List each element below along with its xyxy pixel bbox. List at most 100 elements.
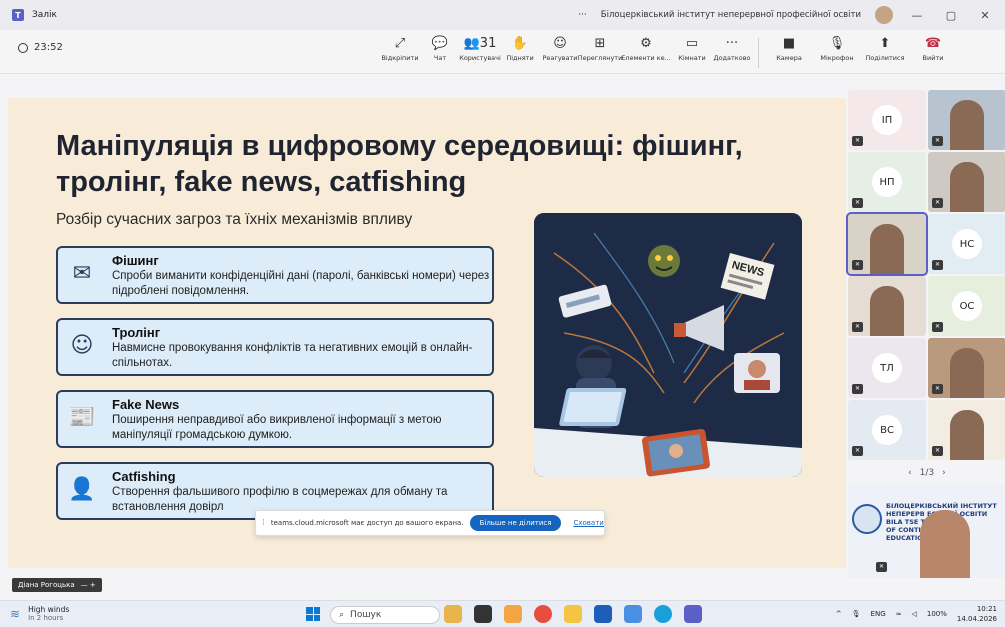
clock[interactable]: 10:21 14.04.2026	[957, 604, 997, 624]
mic-muted-icon: ✕	[852, 384, 863, 394]
participant-tile[interactable]: НС ✕	[928, 214, 1005, 274]
mic-muted-icon: ✕	[932, 198, 943, 208]
chevron-up-icon[interactable]: ^	[836, 610, 842, 618]
participant-initials: ВС	[872, 415, 902, 445]
participant-video	[870, 224, 904, 274]
banner-line: БІЛОЦЕРКІВСЬКИЙ ІНСТИТУТ	[886, 502, 997, 510]
toolbar-label: Чат	[433, 54, 447, 62]
title-bar: T Залік ··· Білоцерківський інститут неп…	[0, 0, 1005, 30]
teams-taskbar-icon[interactable]	[684, 605, 702, 623]
mic-muted-icon: ✕	[932, 136, 943, 146]
next-page-button[interactable]: ›	[942, 468, 946, 478]
store-icon[interactable]	[594, 605, 612, 623]
taskbar-search[interactable]: ⌕ Пошук	[330, 606, 440, 624]
mic-muted-icon: ✕	[932, 322, 943, 332]
gallery-pager: ‹ 1/3 ›	[908, 468, 946, 478]
mic-muted-icon: ✕	[932, 446, 943, 456]
presenter-label: Діана Рогоцька — +	[12, 578, 102, 592]
slide-illustration: NEWS	[534, 213, 802, 477]
windows-taskbar: ≋ High winds In 2 hours ⌕ Пошук ^ 🎙 ENG …	[0, 600, 1005, 627]
threat-card: 📰 Fake News Поширення неправдивої або викр…	[56, 390, 494, 448]
toolbar-people-button[interactable]: 👥31 Користувачі	[459, 34, 501, 72]
edge-icon[interactable]	[654, 605, 672, 623]
app2-icon[interactable]	[624, 605, 642, 623]
minimize-button[interactable]: —	[907, 9, 927, 22]
toolbar-label: Реагувати	[542, 54, 578, 62]
participant-video	[950, 100, 984, 150]
toolbar-share-button[interactable]: ⬆ Поділитися	[861, 34, 909, 72]
clock-date: 14.04.2026	[956, 615, 997, 623]
participant-video	[950, 162, 984, 212]
meeting-timer: 23:52	[18, 42, 63, 53]
shield-icon	[18, 42, 28, 53]
toolbar-raise-hand-button[interactable]: ✋ Підняти	[500, 34, 540, 72]
close-button[interactable]: ✕	[975, 9, 995, 22]
task-view-icon[interactable]	[474, 605, 492, 623]
search-icon: ⌕	[339, 610, 345, 620]
toolbar-more-button[interactable]: ··· Додатково	[712, 34, 752, 72]
mic-muted-icon: ✕	[852, 198, 863, 208]
participant-initials: НС	[952, 229, 982, 259]
toolbar-react-button[interactable]: ☺ Реагувати	[540, 34, 580, 72]
toolbar-mic-off-button[interactable]: 🎙 Мікрофон	[813, 34, 861, 72]
card-title: Фішинг	[112, 253, 159, 268]
participant-tile[interactable]: ✕	[928, 400, 1005, 460]
toolbar-camera-button[interactable]: ■ Камера	[765, 34, 813, 72]
volume-icon[interactable]: ◁	[912, 610, 917, 618]
windows-start-icon[interactable]	[306, 607, 320, 621]
prev-page-button[interactable]: ‹	[908, 468, 912, 478]
mic-tray-icon[interactable]: 🎙	[852, 610, 861, 618]
participant-tile[interactable]: НП ✕	[848, 152, 926, 212]
share-icon: ⬆	[879, 36, 891, 51]
weather-title: High winds	[28, 605, 70, 614]
restore-button[interactable]: ▢	[941, 9, 961, 22]
participant-tile[interactable]: ✕	[928, 338, 1005, 398]
battery-level[interactable]: 100%	[927, 610, 947, 618]
toolbar-separator	[758, 38, 759, 68]
participant-tile[interactable]: ✕	[928, 90, 1005, 150]
search-placeholder: Пошук	[350, 610, 382, 620]
chrome-icon[interactable]	[534, 605, 552, 623]
toolbar-leave-button[interactable]: ☎ Вийти	[909, 34, 957, 72]
presenter-name: Діана Рогоцька	[18, 581, 75, 589]
widgets-app-icon[interactable]	[444, 605, 462, 623]
participant-initials: НП	[872, 167, 902, 197]
participant-initials: ОС	[952, 291, 982, 321]
troll-face-icon: ☺	[70, 333, 94, 358]
toolbar-label: Підняти	[506, 54, 534, 62]
toolbar-apps-button[interactable]: ⚙ Елементи ке...	[620, 34, 672, 72]
drag-handle-icon[interactable]: ⁞	[262, 518, 265, 528]
participant-tile[interactable]: ✕	[928, 152, 1005, 212]
toolbar-rooms-button[interactable]: ▭ Кімнати	[672, 34, 712, 72]
wifi-icon[interactable]: ≈	[896, 610, 902, 618]
file-explorer-icon[interactable]	[564, 605, 582, 623]
mic-muted-icon: ✕	[932, 260, 943, 270]
stop-sharing-button[interactable]: Більше не ділитися	[469, 515, 562, 531]
hide-notice-link[interactable]: Сховати	[573, 519, 603, 527]
wind-icon: ≋	[10, 606, 21, 621]
participant-video	[920, 510, 970, 578]
participant-tile[interactable]: ✕	[846, 212, 928, 276]
toolbar-view-button[interactable]: ⊞ Переглянути	[578, 34, 623, 72]
participant-tile[interactable]: ІП ✕	[848, 90, 926, 150]
teams-logo-icon: T	[12, 9, 24, 21]
language-indicator[interactable]: ENG	[871, 610, 886, 618]
user-avatar[interactable]	[875, 6, 893, 24]
app-icon[interactable]	[504, 605, 522, 623]
toolbar-label: Користувачі	[459, 54, 501, 62]
participant-tile[interactable]: ВС ✕	[848, 400, 926, 460]
participant-video	[950, 348, 984, 398]
participant-tile[interactable]: ТЛ ✕	[848, 338, 926, 398]
toolbar-chat-button[interactable]: 💬 Чат	[420, 34, 460, 72]
toolbar-label: Вийти	[922, 54, 944, 62]
weather-widget[interactable]: ≋ High winds In 2 hours	[10, 605, 69, 622]
share-notice-text: teams.cloud.microsoft має доступ до вашо…	[270, 519, 464, 527]
toolbar-unpin-button[interactable]: ⤢ Відкріпити	[380, 34, 420, 72]
mic-muted-icon: ✕	[852, 136, 863, 146]
more-options-button[interactable]: ···	[578, 10, 587, 20]
presenter-controls[interactable]: — +	[81, 581, 96, 589]
mic-off-icon: 🎙	[828, 36, 846, 51]
participant-tile[interactable]: ОС ✕	[928, 276, 1005, 336]
unpin-icon: ⤢	[394, 36, 406, 51]
participant-tile[interactable]: ✕	[848, 276, 926, 336]
